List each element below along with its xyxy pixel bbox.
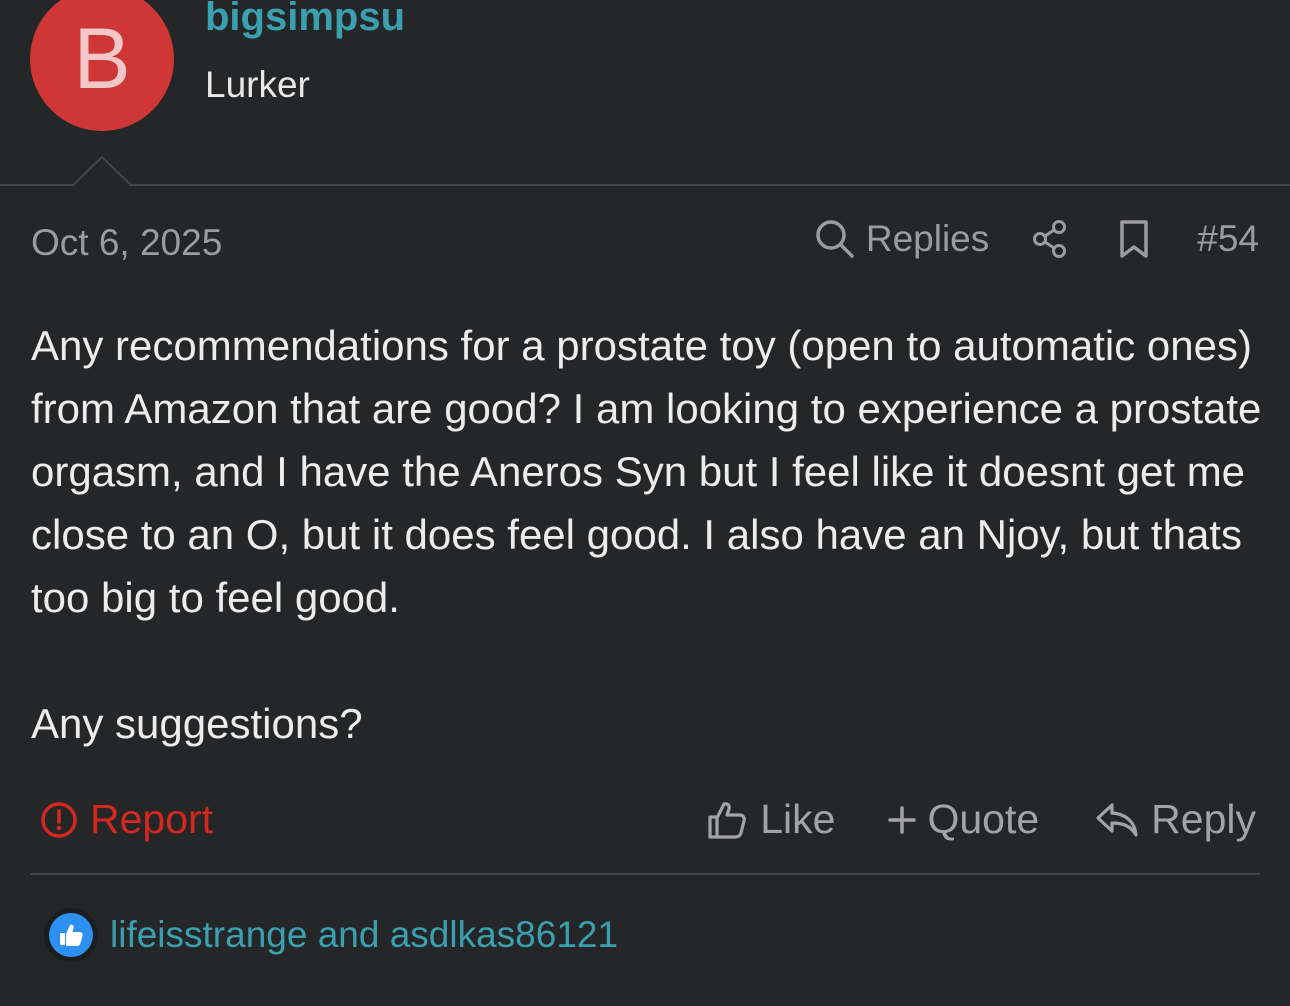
post-divider <box>0 184 1290 186</box>
bookmark-icon <box>1120 220 1149 258</box>
reply-button[interactable]: Reply <box>1095 796 1256 843</box>
reactions-bar[interactable]: lifeisstrange and asdlkas86121 <box>44 908 618 962</box>
author-avatar[interactable]: B <box>30 0 174 131</box>
avatar-letter: B <box>73 11 131 107</box>
post-meta-actions: Replies #54 <box>814 218 1259 260</box>
footer-divider <box>30 873 1260 875</box>
post-message: Any recommendations for a prostate toy (… <box>31 314 1266 755</box>
report-label: Report <box>90 796 214 842</box>
reply-label: Reply <box>1151 796 1256 842</box>
alert-circle-icon <box>41 801 77 838</box>
bookmark-button[interactable] <box>1119 219 1149 259</box>
quote-button[interactable]: Quote <box>887 796 1039 843</box>
author-username[interactable]: bigsimpsu <box>205 0 405 40</box>
post-footer-actions: Report Like Quote Reply <box>0 796 1290 846</box>
reaction-users[interactable]: lifeisstrange and asdlkas86121 <box>110 914 618 956</box>
reply-arrow-icon <box>1096 802 1138 837</box>
plus-icon <box>888 805 917 834</box>
like-button[interactable]: Like <box>706 796 835 843</box>
message-paragraph: Any suggestions? <box>31 700 363 747</box>
thumbs-up-icon <box>708 801 747 839</box>
like-reaction-icon <box>49 913 93 957</box>
post-number[interactable]: #54 <box>1197 218 1259 260</box>
reaction-badge <box>44 908 98 962</box>
post-date[interactable]: Oct 6, 2025 <box>31 222 222 264</box>
replies-label: Replies <box>865 218 990 259</box>
replies-button[interactable]: Replies <box>814 218 989 260</box>
search-icon <box>816 220 854 258</box>
pointer-arrow <box>73 156 131 186</box>
share-button[interactable] <box>1031 219 1069 259</box>
message-paragraph: Any recommendations for a prostate toy (… <box>31 322 1262 621</box>
report-button[interactable]: Report <box>40 796 213 843</box>
right-actions: Like Quote Reply <box>706 796 1256 843</box>
author-title: Lurker <box>205 64 310 105</box>
quote-label: Quote <box>927 796 1040 842</box>
like-label: Like <box>760 796 836 842</box>
thumbs-up-icon <box>60 924 83 946</box>
share-icon <box>1033 220 1067 258</box>
